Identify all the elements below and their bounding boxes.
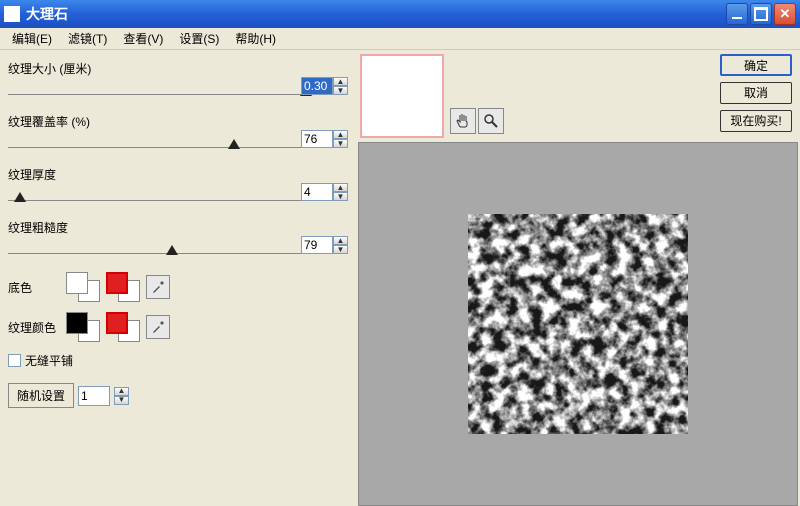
cancel-button[interactable]: 取消 [720,82,792,104]
random-button[interactable]: 随机设置 [8,383,74,408]
spinner-down[interactable]: ▼ [333,139,348,148]
random-seed-input[interactable] [78,386,110,406]
seamless-label: 无缝平铺 [25,352,73,369]
thickness-label: 纹理厚度 [8,166,348,183]
slider-thumb[interactable] [166,245,178,255]
spinner-up[interactable]: ▲ [333,130,348,139]
close-button[interactable] [774,3,796,25]
maximize-button[interactable] [750,3,772,25]
coverage-input[interactable] [301,130,333,148]
texture-size-slider[interactable] [8,79,306,95]
spinner-down[interactable]: ▼ [333,192,348,201]
slider-thumb[interactable] [228,139,240,149]
roughness-input[interactable] [301,236,333,254]
base-color-swatch[interactable] [66,272,100,302]
base-color-row: 底色 [8,272,348,302]
texture-color-swatch[interactable] [66,312,100,342]
buy-button[interactable]: 现在购买! [720,110,792,132]
thickness-row: 纹理厚度 ▲ ▼ [8,166,348,201]
thickness-slider[interactable] [8,185,306,201]
texture-color-row: 纹理颜色 [8,312,348,342]
spinner-down[interactable]: ▼ [333,245,348,254]
menu-bar: 编辑(E) 滤镜(T) 查看(V) 设置(S) 帮助(H) [0,28,800,50]
texture-size-label: 纹理大小 (厘米) [8,60,348,77]
spinner-up[interactable]: ▲ [333,236,348,245]
menu-filter[interactable]: 滤镜(T) [60,28,115,49]
seamless-checkbox[interactable] [8,354,21,367]
menu-view[interactable]: 查看(V) [115,28,171,49]
menu-help[interactable]: 帮助(H) [227,28,284,49]
coverage-label: 纹理覆盖率 (%) [8,113,348,130]
controls-panel: 纹理大小 (厘米) ▲ ▼ 纹理覆盖率 (%) [0,50,356,506]
slider-thumb[interactable] [14,192,26,202]
menu-settings[interactable]: 设置(S) [171,28,227,49]
coverage-row: 纹理覆盖率 (%) ▲ ▼ [8,113,348,148]
texture-color-label: 纹理颜色 [8,319,60,336]
app-icon [4,6,20,22]
base-color-label: 底色 [8,279,60,296]
spinner-down[interactable]: ▼ [333,86,348,95]
base-accent-swatch[interactable] [106,272,140,302]
roughness-slider[interactable] [8,238,306,254]
random-row: 随机设置 ▲ ▼ [8,383,348,408]
hand-tool-icon[interactable] [450,108,476,134]
title-bar: 大理石 [0,0,800,28]
seamless-row: 无缝平铺 [8,352,348,369]
roughness-row: 纹理粗糙度 ▲ ▼ [8,219,348,254]
eyedropper-icon[interactable] [146,275,170,299]
zoom-tool-icon[interactable] [478,108,504,134]
texture-size-input[interactable] [301,77,333,95]
coverage-slider[interactable] [8,132,306,148]
texture-accent-swatch[interactable] [106,312,140,342]
spinner-up[interactable]: ▲ [333,77,348,86]
marble-texture-preview [468,214,688,434]
window-title: 大理石 [26,4,726,24]
minimize-button[interactable] [726,3,748,25]
texture-size-row: 纹理大小 (厘米) ▲ ▼ [8,60,348,95]
preview-canvas[interactable] [358,142,798,506]
spinner-down[interactable]: ▼ [114,396,129,405]
preview-panel: 确定 取消 现在购买! [356,50,800,506]
roughness-label: 纹理粗糙度 [8,219,348,236]
ok-button[interactable]: 确定 [720,54,792,76]
spinner-up[interactable]: ▲ [333,183,348,192]
eyedropper-icon[interactable] [146,315,170,339]
preview-thumbnail[interactable] [360,54,444,138]
thickness-input[interactable] [301,183,333,201]
menu-edit[interactable]: 编辑(E) [4,28,60,49]
